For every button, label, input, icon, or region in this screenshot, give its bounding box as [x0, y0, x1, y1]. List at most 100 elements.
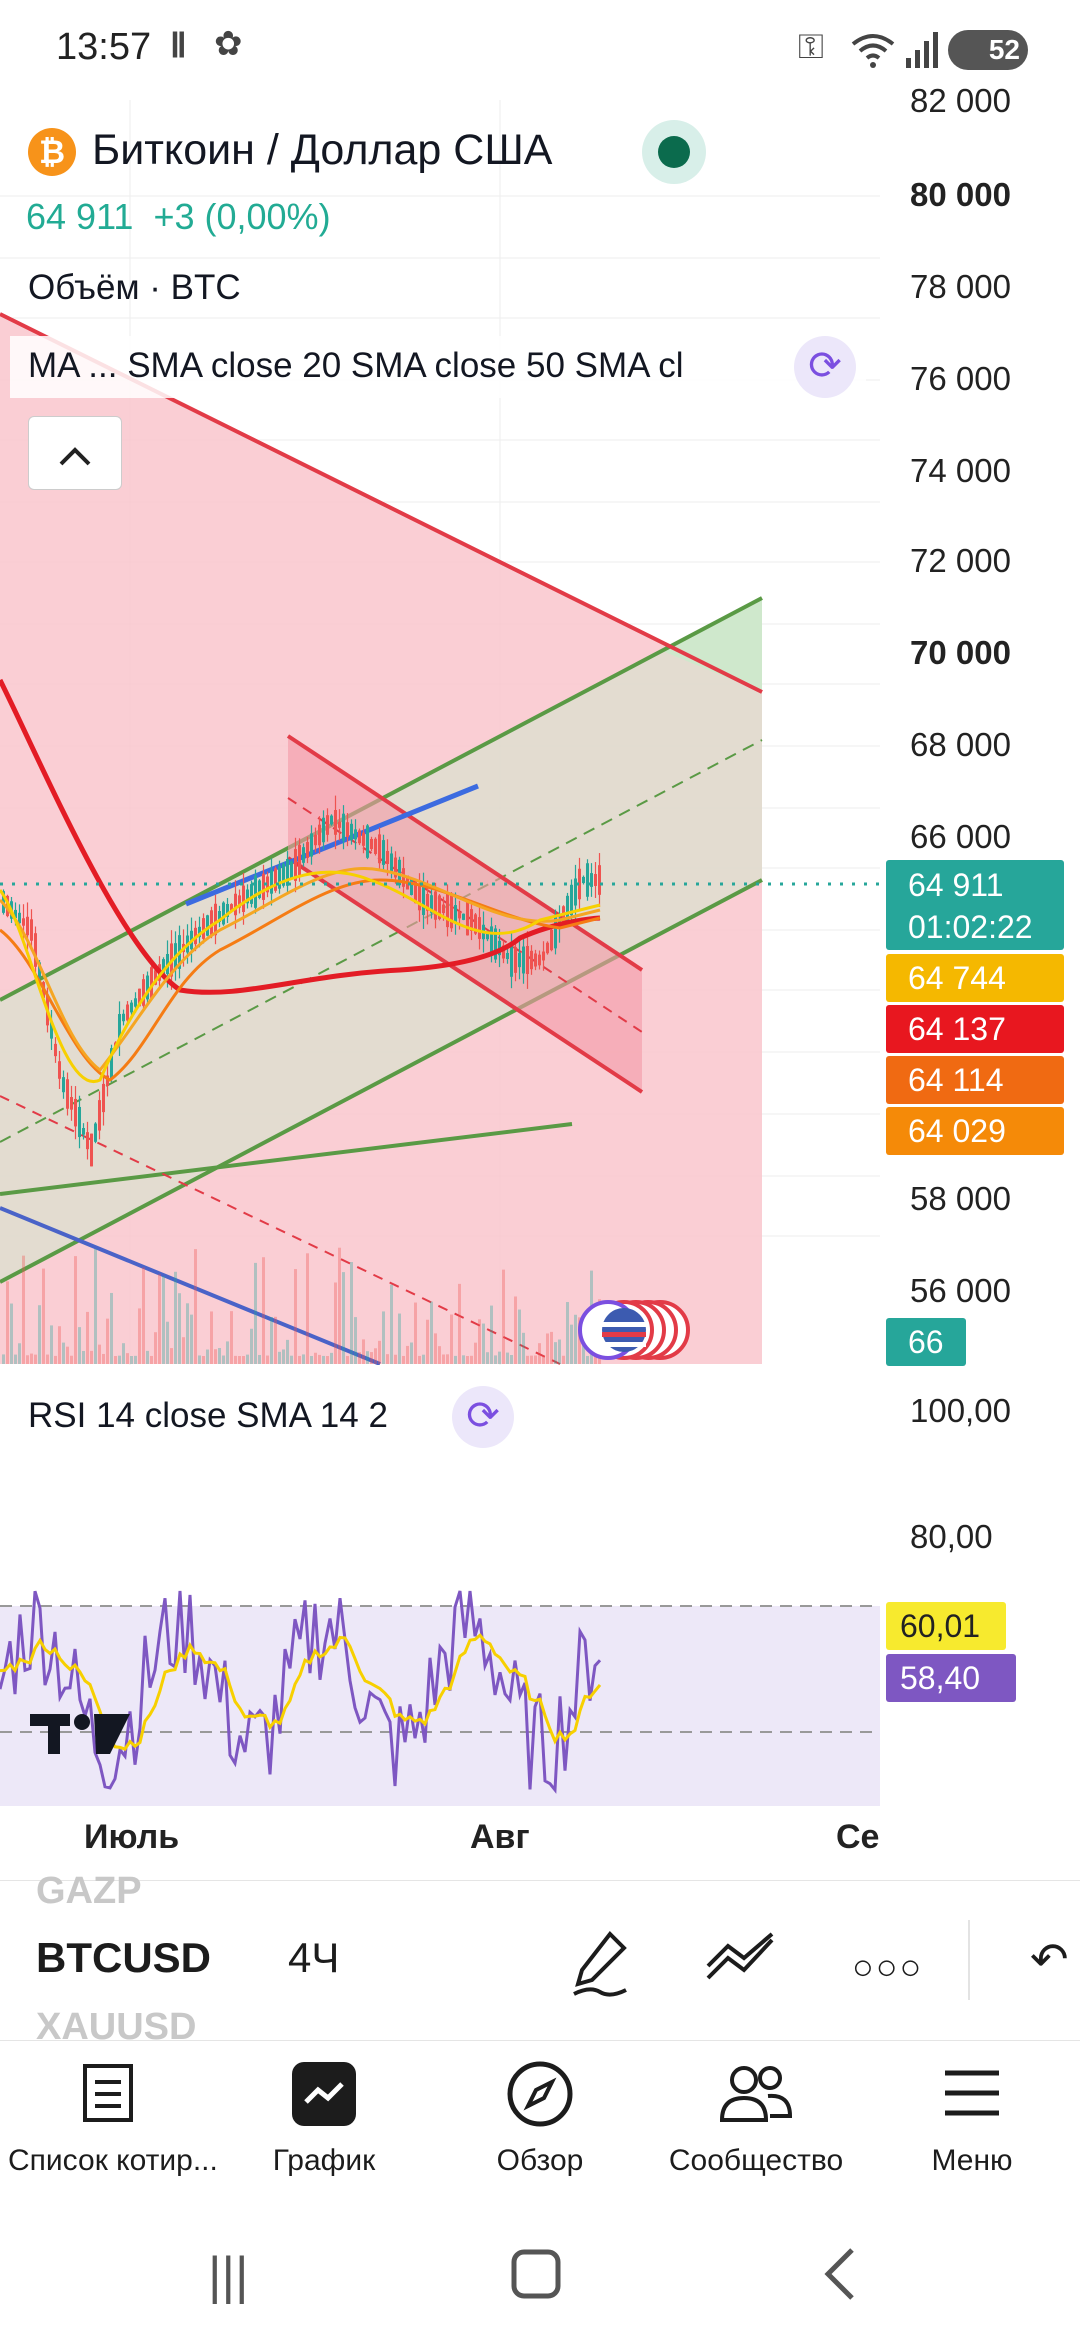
- volume-bar: [318, 1354, 321, 1364]
- candle: [254, 875, 257, 908]
- volume-bar: [558, 1339, 561, 1364]
- volume-bar: [58, 1326, 61, 1364]
- volume-bar: [418, 1355, 421, 1364]
- candle: [274, 868, 277, 891]
- volume-bar: [514, 1296, 517, 1364]
- nav-overview[interactable]: Обзор: [440, 2054, 640, 2178]
- candle: [206, 915, 209, 936]
- volume-bar: [434, 1333, 437, 1364]
- interval-selector[interactable]: 4Ч: [288, 1934, 339, 1982]
- candle: [598, 865, 601, 895]
- trendline-icon[interactable]: [704, 1928, 776, 2001]
- volume-bar: [374, 1348, 377, 1364]
- candle: [382, 840, 385, 865]
- volume-bar: [74, 1256, 77, 1364]
- collapse-legend-button[interactable]: [28, 416, 122, 490]
- candle: [526, 945, 529, 975]
- volume-bar: [94, 1249, 97, 1364]
- volume-bar: [414, 1302, 417, 1364]
- refresh-icon[interactable]: ⟳: [794, 336, 856, 398]
- symbol-selector[interactable]: BTCUSD: [36, 1934, 211, 1982]
- symbol-scroll-prev[interactable]: GAZP: [36, 1870, 142, 1913]
- toolbar-divider: [968, 1920, 970, 2000]
- volume-bar: [26, 1355, 29, 1364]
- candle: [314, 834, 317, 846]
- symbol-title[interactable]: Биткоин / Доллар США: [92, 126, 552, 175]
- nav-community[interactable]: Сообщество: [656, 2054, 856, 2178]
- candle: [466, 901, 469, 936]
- nav-chart[interactable]: График: [224, 2054, 424, 2178]
- volume-bar: [410, 1342, 413, 1364]
- nav-watchlist[interactable]: Список котир...: [8, 2054, 218, 2178]
- volume-bar: [190, 1314, 193, 1364]
- price-axis-label: 74 000: [910, 452, 1011, 489]
- volume-bar: [138, 1308, 141, 1364]
- volume-indicator-label[interactable]: Объём · BTC: [28, 268, 241, 308]
- volume-bar: [358, 1352, 361, 1364]
- volume-bar: [126, 1353, 129, 1364]
- market-status-indicator[interactable]: [642, 120, 706, 184]
- volume-bar: [390, 1284, 393, 1364]
- candle: [26, 916, 29, 936]
- volume-bar: [242, 1355, 245, 1364]
- candle: [338, 821, 341, 828]
- volume-bar: [98, 1344, 101, 1364]
- volume-bar: [370, 1352, 373, 1364]
- candle: [102, 1083, 105, 1113]
- volume-bar: [230, 1311, 233, 1364]
- ma-indicator-label: MA ... SMA close 20 SMA close 50 SMA cl: [28, 346, 684, 385]
- price-change: +3 (0,00%): [153, 196, 331, 237]
- volume-bar: [350, 1262, 353, 1364]
- price-axis-label: 78 000: [910, 268, 1011, 305]
- candle: [358, 830, 361, 844]
- candle: [462, 913, 465, 920]
- more-dots-icon[interactable]: ○○○: [852, 1946, 923, 1988]
- volume-bar: [194, 1249, 197, 1364]
- volume-bar: [186, 1303, 189, 1364]
- volume-bar: [158, 1274, 161, 1364]
- ma-indicator-row[interactable]: MA ... SMA close 20 SMA close 50 SMA cl …: [10, 336, 866, 398]
- volume-bar: [322, 1355, 325, 1364]
- nav-label: Сообщество: [668, 2144, 844, 2177]
- volume-bar: [274, 1316, 277, 1364]
- recent-apps-icon[interactable]: |||: [208, 2246, 249, 2306]
- candle: [542, 951, 545, 961]
- price-axis-label: 80 000: [910, 176, 1011, 213]
- volume-bar: [66, 1346, 69, 1364]
- volume-bar: [354, 1317, 357, 1364]
- candle: [134, 998, 137, 1007]
- volume-bar: [142, 1267, 145, 1364]
- volume-bar: [114, 1355, 117, 1364]
- candle: [66, 1079, 69, 1109]
- tradingview-logo-icon: [30, 1714, 130, 1754]
- candle: [98, 1100, 101, 1131]
- volume-bar: [518, 1309, 521, 1364]
- nav-menu[interactable]: Меню: [872, 2054, 1072, 2178]
- candle: [434, 891, 437, 920]
- rsi-refresh-icon[interactable]: ⟳: [452, 1386, 514, 1448]
- economic-events-badge[interactable]: [572, 1298, 692, 1362]
- volume-bar: [538, 1343, 541, 1364]
- volume-bar: [502, 1269, 505, 1364]
- back-icon[interactable]: [820, 2246, 860, 2315]
- home-icon[interactable]: [508, 2246, 564, 2315]
- last-price-value: 64 911: [908, 867, 1004, 903]
- draw-pen-icon[interactable]: [570, 1928, 630, 2011]
- candle: [350, 823, 353, 841]
- price-axis-label: 72 000: [910, 542, 1011, 579]
- candle: [86, 1132, 89, 1150]
- volume-bar: [422, 1354, 425, 1364]
- candle: [78, 1106, 81, 1138]
- candle: [534, 953, 537, 967]
- undo-icon[interactable]: ↶: [1030, 1932, 1069, 1986]
- volume-bar: [22, 1255, 25, 1364]
- candle: [262, 873, 265, 900]
- rsi-indicator-label[interactable]: RSI 14 close SMA 14 2: [28, 1396, 388, 1436]
- volume-bar: [466, 1355, 469, 1364]
- candle: [290, 861, 293, 879]
- price-axis-label: 76 000: [910, 360, 1011, 397]
- rsi-axis-label: 100,00: [910, 1392, 1011, 1429]
- volume-bar: [446, 1354, 449, 1364]
- volume-bar: [290, 1355, 293, 1364]
- candle: [514, 947, 517, 973]
